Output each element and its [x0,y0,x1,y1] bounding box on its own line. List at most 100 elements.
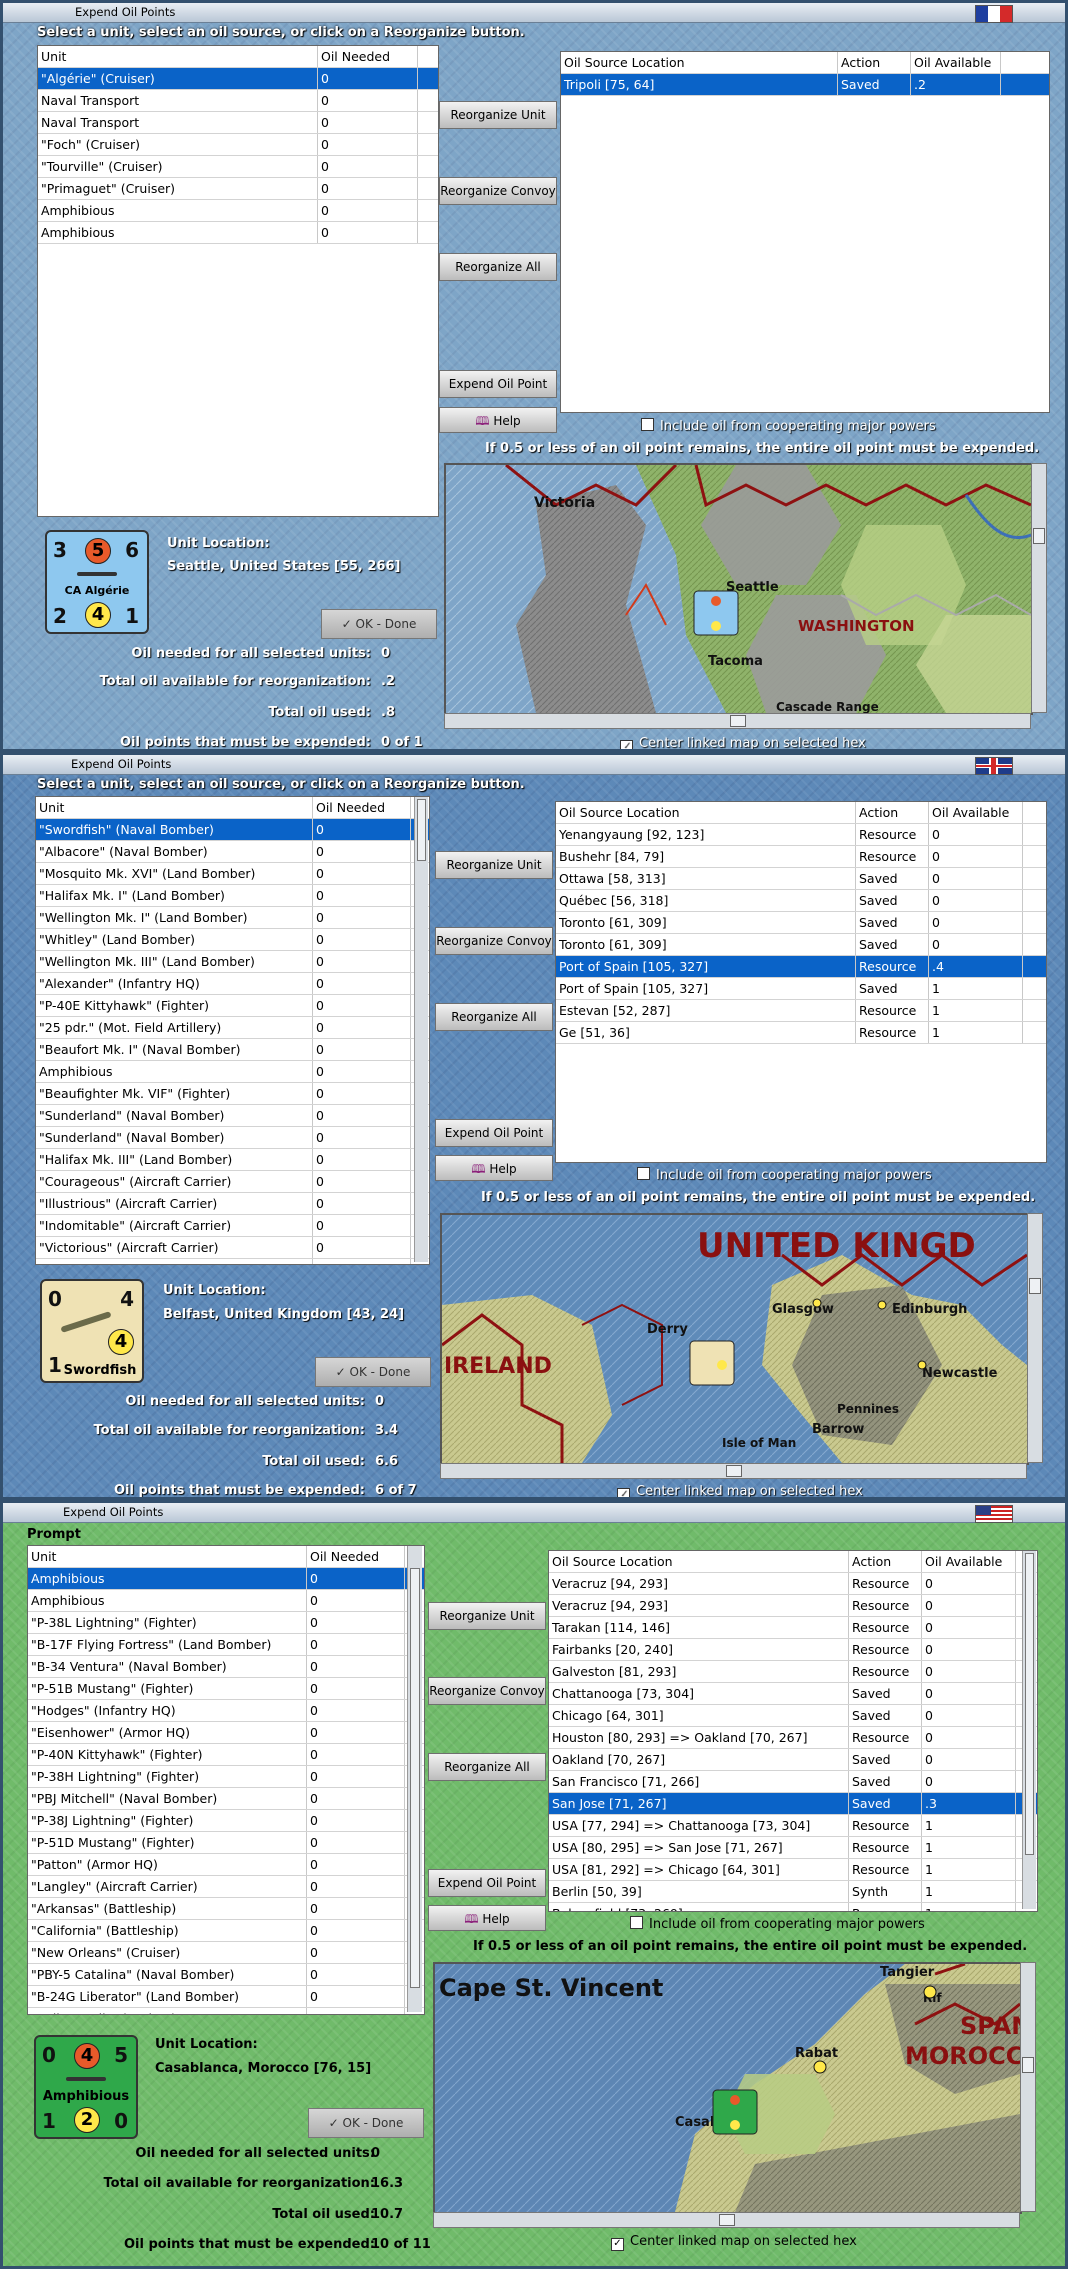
oil-source-row[interactable]: Veracruz [94, 293] Resource 0 [549,1573,1037,1595]
window-titlebar[interactable]: Expend Oil Points [3,755,1065,775]
oil-source-row[interactable]: San Jose [71, 267] Saved .3 [549,1793,1037,1815]
oil-source-row[interactable]: Tripoli [75, 64] Saved .2 [561,74,1049,96]
oil-source-row[interactable]: Chattanooga [73, 304] Saved 0 [549,1683,1037,1705]
unit-row[interactable]: "Beaufighter Mk. VIF" (Fighter) 0 [36,1083,429,1105]
unit-row[interactable]: "Wellington Mk. I" (Land Bomber) 0 [36,907,429,929]
unit-row[interactable]: "Beaufort Mk. I" (Naval Bomber) 0 [36,1039,429,1061]
unit-row[interactable]: "Indomitable" (Aircraft Carrier) 0 [36,1215,429,1237]
unit-row[interactable]: "P-51B Mustang" (Fighter) 0 [28,1678,424,1700]
unit-row[interactable]: "Langley" (Aircraft Carrier) 0 [28,1876,424,1898]
reorganize-unit-button[interactable]: Reorganize Unit [435,851,553,879]
unit-list-header[interactable]: Unit Oil Needed [28,1546,424,1568]
oil-source-row[interactable]: Fairbanks [20, 240] Resource 0 [549,1639,1037,1661]
oil-source-row[interactable]: USA [81, 292] => Chicago [64, 301] Resour… [549,1859,1037,1881]
unit-row[interactable]: "Sunderland" (Naval Bomber) 0 [36,1105,429,1127]
unit-row[interactable]: "Courageous" (Aircraft Carrier) 0 [36,1171,429,1193]
unit-row[interactable]: "Wellington Mk. III" (Land Bomber) 0 [36,951,429,973]
unit-list[interactable]: Unit Oil Needed Amphibious 0 Amphibious 0 "P… [27,1545,425,2015]
unit-row[interactable]: Amphibious 0 [36,1061,429,1083]
unit-row[interactable]: "B-34 Ventura" (Naval Bomber) 0 [28,1656,424,1678]
ok-done-button[interactable]: ✓ OK - Done [308,2108,424,2138]
map-vertical-scrollbar[interactable] [1020,1962,1036,2212]
oil-source-row[interactable]: Toronto [61, 309] Saved 0 [556,912,1046,934]
map-horizontal-scroll-thumb[interactable] [730,715,746,727]
oil-source-scrollbar[interactable] [1022,1551,1036,1909]
map-unit-counter-icon[interactable] [693,590,739,636]
oil-source-list[interactable]: Oil Source Location Action Oil Available… [560,51,1050,413]
window-titlebar[interactable]: Expend Oil Points [3,1503,1065,1523]
reorganize-all-button[interactable]: Reorganize All [428,1753,546,1781]
oil-source-header[interactable]: Oil Source Location Action Oil Available [561,52,1049,74]
unit-row[interactable]: "25 pdr." (Mot. Field Artillery) 0 [36,1017,429,1039]
unit-row[interactable]: "New Orleans" (Cruiser) 0 [28,1942,424,1964]
unit-row[interactable]: "P-38J Lightning" (Fighter) 0 [28,1810,424,1832]
help-button[interactable]: 🕮 Help [439,407,557,433]
unit-row[interactable]: "Illustrious" (Aircraft Carrier) 0 [36,1193,429,1215]
oil-source-row[interactable]: USA [77, 294] => Chattanooga [73, 304] Re… [549,1815,1037,1837]
col-unit[interactable]: Unit [28,1546,307,1567]
expend-oil-point-button[interactable]: Expend Oil Point [435,1119,553,1147]
col-oil-needed[interactable]: Oil Needed [307,1546,405,1567]
oil-source-row[interactable]: Port of Spain [105, 327] Saved 1 [556,978,1046,1000]
include-cooperating-checkbox[interactable]: Include oil from cooperating major power… [630,1916,925,1932]
map-vertical-scroll-thumb[interactable] [1029,1278,1041,1294]
oil-source-row[interactable]: Bushehr [84, 79] Resource 0 [556,846,1046,868]
oil-source-row[interactable]: Estevan [52, 287] Resource 1 [556,1000,1046,1022]
reorganize-all-button[interactable]: Reorganize All [439,253,557,281]
unit-row[interactable]: "Mosquito Mk. XVI" (Land Bomber) 0 [36,863,429,885]
oil-source-header[interactable]: Oil Source Location Action Oil Available [549,1551,1037,1573]
unit-list-scroll-thumb[interactable] [410,1568,420,1988]
unit-list[interactable]: Unit Oil Needed "Swordfish" (Naval Bombe… [35,796,430,1265]
oil-source-list[interactable]: Oil Source Location Action Oil Available… [548,1550,1038,1912]
unit-row[interactable]: "Primaguet" (Cruiser) 0 [38,178,438,200]
unit-row[interactable]: "Foch" (Cruiser) 0 [38,134,438,156]
unit-row[interactable]: Naval Transport0 [36,1259,429,1264]
map-unit-counter-icon[interactable] [689,1340,735,1386]
map-horizontal-scrollbar[interactable] [433,2212,1020,2228]
reorganize-convoy-button[interactable]: Reorganize Convoy [428,1677,546,1705]
oil-source-row[interactable]: Ge [51, 36] Resource 1 [556,1022,1046,1044]
map-vertical-scrollbar[interactable] [1031,463,1047,713]
unit-row[interactable]: "Halifax Mk. III" (Land Bomber) 0 [36,1149,429,1171]
oil-source-row[interactable]: Chicago [64, 301] Saved 0 [549,1705,1037,1727]
unit-list-header[interactable]: Unit Oil Needed [38,46,438,68]
unit-row[interactable]: Naval Transport0 [38,112,438,134]
unit-row[interactable]: "Indianapolis" (Cruiser)0 [28,2008,424,2014]
map-vertical-scrollbar[interactable] [1027,1213,1043,1463]
col-oil-source-location[interactable]: Oil Source Location [549,1551,849,1572]
expend-oil-point-button[interactable]: Expend Oil Point [428,1869,546,1897]
unit-row[interactable]: "Swordfish" (Naval Bomber) 0 [36,819,429,841]
unit-row[interactable]: "P-38L Lightning" (Fighter) 0 [28,1612,424,1634]
window-titlebar[interactable]: Expend Oil Points [3,3,1065,23]
unit-row[interactable]: "Arkansas" (Battleship) 0 [28,1898,424,1920]
unit-row[interactable]: "Eisenhower" (Armor HQ) 0 [28,1722,424,1744]
unit-row[interactable]: Amphibious 0 [28,1568,424,1590]
oil-source-row[interactable]: Bakersfield [73, 269]Resource1 [549,1903,1037,1911]
unit-row[interactable]: "Algérie" (Cruiser) 0 [38,68,438,90]
linked-map[interactable]: Victoria Seattle WASHINGTON Tacoma Casca… [444,463,1033,715]
oil-source-row[interactable]: Toronto [61, 309] Saved 0 [556,934,1046,956]
map-unit-counter-icon[interactable] [712,2089,758,2135]
linked-map[interactable]: Cape St. Vincent Tangier Rif SPAN MOROCC… [433,1962,1022,2214]
col-unit[interactable]: Unit [38,46,318,67]
oil-source-row[interactable]: Port of Spain [105, 327] Resource .4 [556,956,1046,978]
unit-row[interactable]: "Alexander" (Infantry HQ) 0 [36,973,429,995]
map-vertical-scroll-thumb[interactable] [1033,528,1045,544]
unit-row[interactable]: "California" (Battleship) 0 [28,1920,424,1942]
col-oil-needed[interactable]: Oil Needed [313,797,411,818]
col-oil-available[interactable]: Oil Available [922,1551,1016,1572]
center-map-checkbox[interactable]: ✓ Center linked map on selected hex [617,1484,863,1497]
col-oil-source-location[interactable]: Oil Source Location [556,802,856,823]
oil-source-row[interactable]: Québec [56, 318] Saved 0 [556,890,1046,912]
unit-row[interactable]: "Whitley" (Land Bomber) 0 [36,929,429,951]
unit-row[interactable]: "B-24G Liberator" (Land Bomber) 0 [28,1986,424,2008]
unit-row[interactable]: Amphibious 0 [38,222,438,244]
ok-done-button[interactable]: ✓ OK - Done [315,1357,431,1387]
unit-row[interactable]: "Sunderland" (Naval Bomber) 0 [36,1127,429,1149]
help-button[interactable]: 🕮 Help [428,1905,546,1931]
unit-row[interactable]: "P-40E Kittyhawk" (Fighter) 0 [36,995,429,1017]
unit-list-scrollbar[interactable] [407,1546,422,2012]
unit-row[interactable]: "PBJ Mitchell" (Naval Bomber) 0 [28,1788,424,1810]
map-horizontal-scrollbar[interactable] [444,713,1031,729]
oil-source-row[interactable]: Galveston [81, 293] Resource 0 [549,1661,1037,1683]
